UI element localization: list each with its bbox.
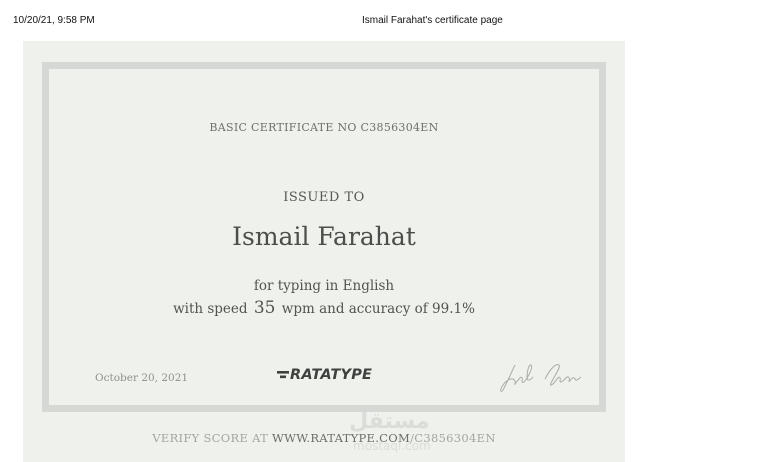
issued-to-label: ISSUED TO xyxy=(283,190,365,205)
certificate-frame: BASIC CERTIFICATE NO C3856304EN ISSUED T… xyxy=(42,62,606,412)
typing-language-line: for typing in English xyxy=(253,278,395,294)
speed-suffix: wpm and accuracy of 99.1% xyxy=(281,301,475,317)
watermark-latin: mostaql.com xyxy=(353,439,431,453)
signature-icon xyxy=(500,364,582,392)
speed-accuracy-line: with speed 35 wpm and accuracy of 99.1% xyxy=(49,298,599,318)
mostaql-watermark: مستقل mostaql.com xyxy=(343,409,435,459)
print-page-title: Ismail Farahat's certificate page xyxy=(362,15,503,26)
certificate-number: BASIC CERTIFICATE NO C3856304EN xyxy=(209,121,439,134)
speed-prefix: with speed xyxy=(173,301,248,317)
certificate-date: October 20, 2021 xyxy=(95,372,189,384)
recipient-name: Ismail Farahat xyxy=(232,222,416,251)
verify-prefix: VERIFY SCORE AT xyxy=(152,431,269,445)
verify-score-line: VERIFY SCORE AT WWW.RATATYPE.COM/C385630… xyxy=(23,431,625,445)
watermark-arabic: مستقل xyxy=(349,409,430,434)
ratatype-logo-icon xyxy=(277,371,289,379)
certificate-sheet: BASIC CERTIFICATE NO C3856304EN ISSUED T… xyxy=(23,41,625,462)
ratatype-logo-text: RATATYPE xyxy=(290,367,373,383)
print-datetime: 10/20/21, 9:58 PM xyxy=(13,15,95,26)
speed-value: 35 xyxy=(253,298,276,318)
print-header: 10/20/21, 9:58 PM Ismail Farahat's certi… xyxy=(0,0,758,40)
